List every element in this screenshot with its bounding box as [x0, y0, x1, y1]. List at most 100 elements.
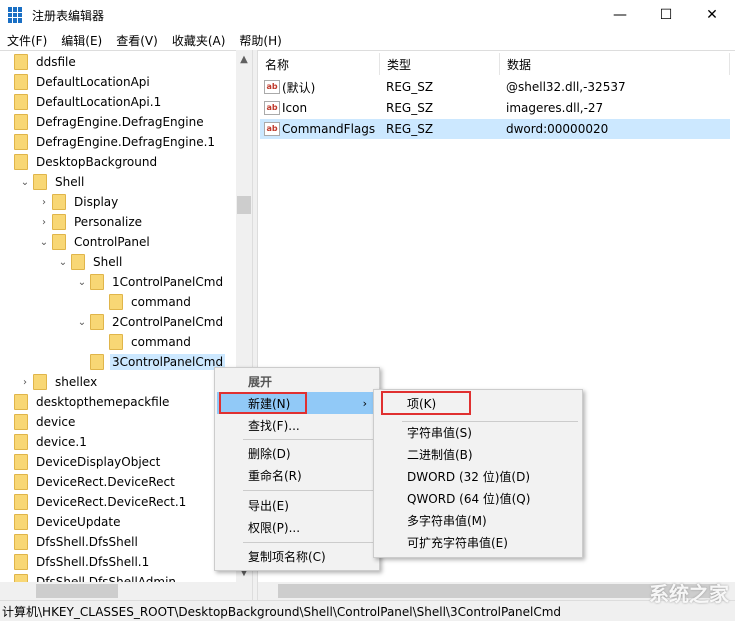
tree-item-label: DeviceUpdate [36, 515, 121, 529]
tree-item-label: DefragEngine.DefragEngine [36, 115, 204, 129]
menu-permissions[interactable]: 权限(P)... [217, 516, 377, 538]
tree-item-label: 3ControlPanelCmd [110, 354, 226, 370]
menu-favorites[interactable]: 收藏夹(A) [165, 32, 233, 49]
folder-icon [33, 374, 47, 390]
tree-item[interactable]: DesktopBackground [0, 152, 159, 172]
value-type: REG_SZ [386, 80, 434, 94]
tree-item[interactable]: ⌄ Shell [19, 172, 86, 192]
tree-item[interactable]: DfsShell.DfsShell [0, 532, 140, 552]
submenu-string-value[interactable]: 字符串值(S) [376, 421, 580, 443]
folder-icon [52, 234, 66, 250]
menu-delete[interactable]: 删除(D) [217, 442, 377, 464]
value-row[interactable]: ab (默认) REG_SZ @shell32.dll,-32537 [260, 77, 730, 97]
tree-item-label: DfsShell.DfsShell.1 [36, 555, 150, 569]
scroll-thumb[interactable] [36, 584, 118, 598]
menu-file[interactable]: 文件(F) [0, 32, 54, 49]
scroll-up-icon[interactable]: ▲ [236, 54, 252, 65]
tree-horizontal-scrollbar[interactable] [0, 582, 252, 600]
tree-item[interactable]: command [95, 332, 193, 352]
menu-view[interactable]: 查看(V) [109, 32, 165, 49]
annotation-box [219, 392, 307, 414]
menu-edit[interactable]: 编辑(E) [54, 32, 109, 49]
close-button[interactable]: ✕ [689, 0, 735, 30]
tree-item-label: DefaultLocationApi.1 [36, 95, 162, 109]
tree-item[interactable]: DefaultLocationApi.1 [0, 92, 163, 112]
tree-item-label: device.1 [36, 435, 87, 449]
tree-item[interactable]: ⌄ 2ControlPanelCmd [76, 312, 225, 332]
chevron-right-icon[interactable]: › [38, 217, 50, 228]
tree-item[interactable]: DeviceRect.DeviceRect.1 [0, 492, 188, 512]
title-bar: 注册表编辑器 — ☐ ✕ [0, 0, 735, 30]
column-header-name[interactable]: 名称 [258, 53, 380, 75]
folder-icon [52, 194, 66, 210]
column-header-data[interactable]: 数据 [500, 53, 730, 75]
chevron-right-icon[interactable]: › [38, 197, 50, 208]
minimize-button[interactable]: — [597, 0, 643, 30]
scroll-thumb[interactable] [237, 196, 251, 214]
tree-item[interactable]: DefragEngine.DefragEngine.1 [0, 132, 217, 152]
chevron-down-icon[interactable]: ⌄ [76, 277, 88, 288]
folder-icon [109, 334, 123, 350]
value-type: REG_SZ [386, 122, 434, 136]
value-row[interactable]: ab CommandFlags REG_SZ dword:00000020 [260, 119, 730, 139]
column-header-type[interactable]: 类型 [380, 53, 500, 75]
chevron-down-icon[interactable]: ⌄ [38, 237, 50, 248]
string-value-icon: ab [264, 122, 280, 136]
tree-item[interactable]: ⌄ Shell [57, 252, 124, 272]
maximize-button[interactable]: ☐ [643, 0, 689, 30]
submenu-multi-string-value[interactable]: 多字符串值(M) [376, 509, 580, 531]
folder-icon [14, 54, 28, 70]
chevron-down-icon[interactable]: ⌄ [19, 177, 31, 188]
tree-item[interactable]: device [0, 412, 77, 432]
tree-item[interactable]: DefaultLocationApi [0, 72, 152, 92]
tree-item-label: DfsShell.DfsShellAdmin [36, 575, 177, 582]
tree-item[interactable]: DeviceRect.DeviceRect [0, 472, 177, 492]
submenu-dword-value[interactable]: DWORD (32 位)值(D) [376, 465, 580, 487]
submenu-qword-value[interactable]: QWORD (64 位)值(Q) [376, 487, 580, 509]
tree-item[interactable]: › Display [38, 192, 120, 212]
value-row[interactable]: ab Icon REG_SZ imageres.dll,-27 [260, 98, 730, 118]
tree-item[interactable]: ⌄ ControlPanel [38, 232, 152, 252]
menu-help[interactable]: 帮助(H) [232, 32, 288, 49]
tree-item-label: DefragEngine.DefragEngine.1 [36, 135, 216, 149]
menu-find[interactable]: 查找(F)... [217, 414, 377, 436]
folder-icon [14, 394, 28, 410]
tree-item[interactable]: DfsShell.DfsShell.1 [0, 552, 151, 572]
chevron-right-icon[interactable]: › [19, 377, 31, 388]
tree-item[interactable]: ⌄ 1ControlPanelCmd [76, 272, 225, 292]
chevron-down-icon[interactable]: ⌄ [76, 317, 88, 328]
tree-item-label: Display [74, 195, 119, 209]
folder-icon [14, 154, 28, 170]
tree-item[interactable]: › shellex [19, 372, 99, 392]
folder-icon [14, 134, 28, 150]
folder-icon [14, 434, 28, 450]
submenu-expandable-string-value[interactable]: 可扩充字符串值(E) [376, 531, 580, 553]
tree-item[interactable]: 3ControlPanelCmd [76, 352, 226, 372]
tree-item[interactable]: desktopthemepackfile [0, 392, 171, 412]
menu-rename[interactable]: 重命名(R) [217, 464, 377, 486]
tree-item-label: Shell [55, 175, 85, 189]
tree-item[interactable]: DfsShell.DfsShellAdmin [0, 572, 178, 582]
tree-item[interactable]: DeviceDisplayObject [0, 452, 162, 472]
menu-expand[interactable]: 展开 [217, 370, 377, 392]
tree-item[interactable]: ddsfile [0, 52, 78, 72]
tree-item[interactable]: device.1 [0, 432, 89, 452]
menu-copy-key-name[interactable]: 复制项名称(C) [217, 545, 377, 567]
value-name: CommandFlags [282, 122, 376, 136]
folder-icon [14, 94, 28, 110]
watermark-logo: 系统之家 [649, 582, 729, 606]
tree-item[interactable]: command [95, 292, 193, 312]
chevron-down-icon[interactable]: ⌄ [57, 257, 69, 268]
tree-item[interactable]: DeviceUpdate [0, 512, 123, 532]
tree-item[interactable]: › Personalize [38, 212, 144, 232]
folder-icon [90, 314, 104, 330]
submenu-binary-value[interactable]: 二进制值(B) [376, 443, 580, 465]
annotation-box [381, 391, 471, 415]
folder-icon [71, 254, 85, 270]
new-submenu: 项(K) 字符串值(S) 二进制值(B) DWORD (32 位)值(D) QW… [373, 389, 583, 558]
tree-item-label: desktopthemepackfile [36, 395, 170, 409]
tree-item-label: command [131, 335, 191, 349]
tree-item[interactable]: DefragEngine.DefragEngine [0, 112, 206, 132]
tree-item-label: ddsfile [36, 55, 76, 69]
menu-export[interactable]: 导出(E) [217, 494, 377, 516]
